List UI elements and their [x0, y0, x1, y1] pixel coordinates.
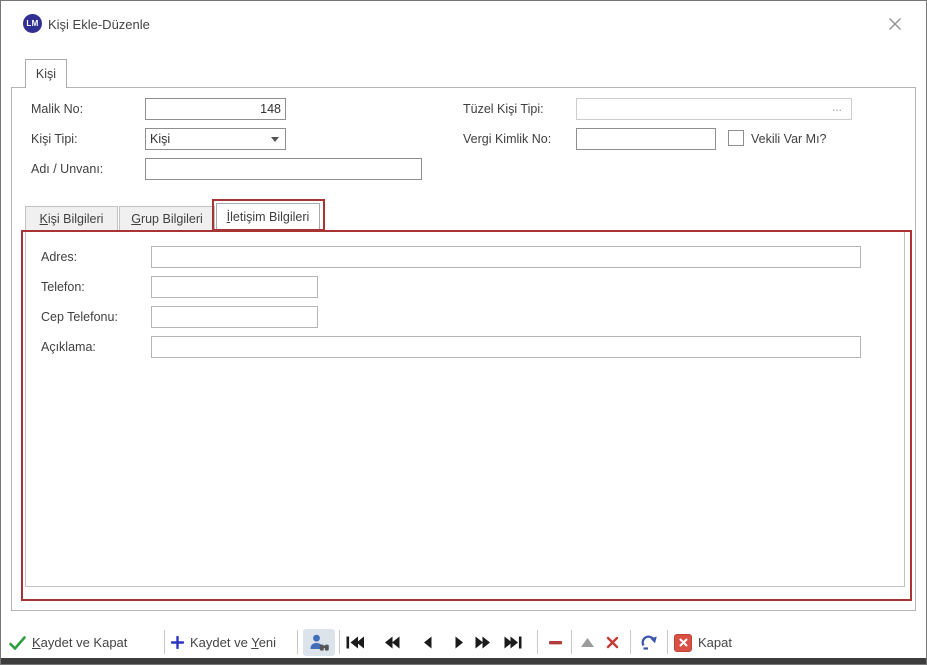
adi-unvani-input[interactable]: [145, 158, 422, 180]
person-search-button[interactable]: [303, 629, 335, 656]
tab-grup-bilgileri[interactable]: Grup Bilgileri: [119, 206, 215, 231]
tuzel-kisi-tipi-input[interactable]: [576, 98, 852, 120]
check-icon: [9, 636, 26, 650]
malik-no-label: Malik No:: [31, 102, 83, 116]
toolbar-separator: [571, 630, 572, 654]
browse-ellipsis-button[interactable]: ...: [825, 100, 849, 114]
nav-prev-button[interactable]: [414, 629, 440, 656]
close-icon: [888, 17, 902, 31]
save-and-close-label: Kaydet ve Kapat: [32, 635, 127, 650]
window-bottom-edge: [1, 658, 926, 664]
toolbar-separator: [537, 630, 538, 654]
kisi-ekle-duzenle-dialog: LM Kişi Ekle-Düzenle Kişi Malik No: Tüze…: [0, 0, 927, 665]
minus-icon: [549, 641, 562, 645]
kisi-tipi-combobox[interactable]: Kişi: [145, 128, 286, 150]
toolbar-separator: [164, 630, 165, 654]
up-triangle-icon: [581, 638, 594, 647]
plus-icon: [171, 636, 184, 649]
vekili-var-mi-checkbox[interactable]: [728, 130, 744, 146]
nav-prev-page-button[interactable]: [379, 629, 405, 656]
cep-telefonu-input[interactable]: [151, 306, 318, 328]
telefon-input[interactable]: [151, 276, 318, 298]
telefon-label: Telefon:: [41, 280, 85, 294]
refresh-icon: [641, 635, 658, 650]
tab-accel: K: [40, 212, 48, 226]
window-title: Kişi Ekle-Düzenle: [48, 17, 150, 32]
tuzel-kisi-tipi-label: Tüzel Kişi Tipi:: [463, 102, 544, 116]
nav-next-page-icon: [475, 636, 491, 649]
delete-record-button[interactable]: [543, 629, 567, 656]
adres-label: Adres:: [41, 250, 77, 264]
tab-accel: G: [131, 212, 141, 226]
tab-label: rup Bilgileri: [141, 212, 203, 226]
person-search-icon: [309, 634, 330, 652]
cancel-edit-button[interactable]: [600, 629, 624, 656]
nav-prev-page-icon: [384, 636, 400, 649]
vergi-kimlik-no-label: Vergi Kimlik No:: [463, 132, 551, 146]
nav-last-button[interactable]: [500, 629, 526, 656]
chevron-down-icon: [271, 137, 279, 142]
refresh-button[interactable]: [636, 629, 662, 656]
nav-next-page-button[interactable]: [470, 629, 496, 656]
kisi-tipi-value: Kişi: [150, 132, 271, 146]
toolbar-separator: [297, 630, 298, 654]
kapat-label: Kapat: [698, 635, 732, 650]
nav-prev-icon: [423, 636, 432, 649]
adi-unvani-label: Adı / Unvanı:: [31, 162, 103, 176]
cep-telefonu-label: Cep Telefonu:: [41, 310, 118, 324]
aciklama-input[interactable]: [151, 336, 861, 358]
tab-kisi[interactable]: Kişi: [25, 59, 67, 88]
save-and-close-button[interactable]: Kaydet ve Kapat: [9, 629, 127, 656]
tab-label: letişim Bilgileri: [230, 210, 309, 224]
tab-kisi-bilgileri[interactable]: Kişi Bilgileri: [25, 206, 118, 231]
kapat-button[interactable]: Kapat: [674, 629, 732, 656]
toolbar-separator: [667, 630, 668, 654]
adres-input[interactable]: [151, 246, 861, 268]
kisi-tipi-label: Kişi Tipi:: [31, 132, 78, 146]
nav-first-icon: [346, 636, 364, 649]
window-close-button[interactable]: [875, 9, 915, 39]
vergi-kimlik-no-input[interactable]: [576, 128, 716, 150]
toolbar-separator: [630, 630, 631, 654]
app-logo: LM: [23, 14, 42, 33]
nav-last-icon: [504, 636, 522, 649]
close-box-icon: [674, 634, 692, 652]
nav-next-icon: [455, 636, 464, 649]
tab-iletisim-bilgileri[interactable]: İletişim Bilgileri: [216, 203, 320, 231]
save-and-new-label: Kaydet ve Yeni: [190, 635, 276, 650]
malik-no-input[interactable]: [145, 98, 286, 120]
up-arrow-button[interactable]: [576, 629, 598, 656]
tab-label: işi Bilgileri: [48, 212, 104, 226]
aciklama-label: Açıklama:: [41, 340, 96, 354]
x-icon: [606, 636, 619, 649]
nav-first-button[interactable]: [342, 629, 368, 656]
save-and-new-button[interactable]: Kaydet ve Yeni: [171, 629, 276, 656]
vekili-var-mi-label: Vekili Var Mı?: [751, 132, 827, 146]
toolbar-separator: [339, 630, 340, 654]
nav-next-button[interactable]: [446, 629, 472, 656]
